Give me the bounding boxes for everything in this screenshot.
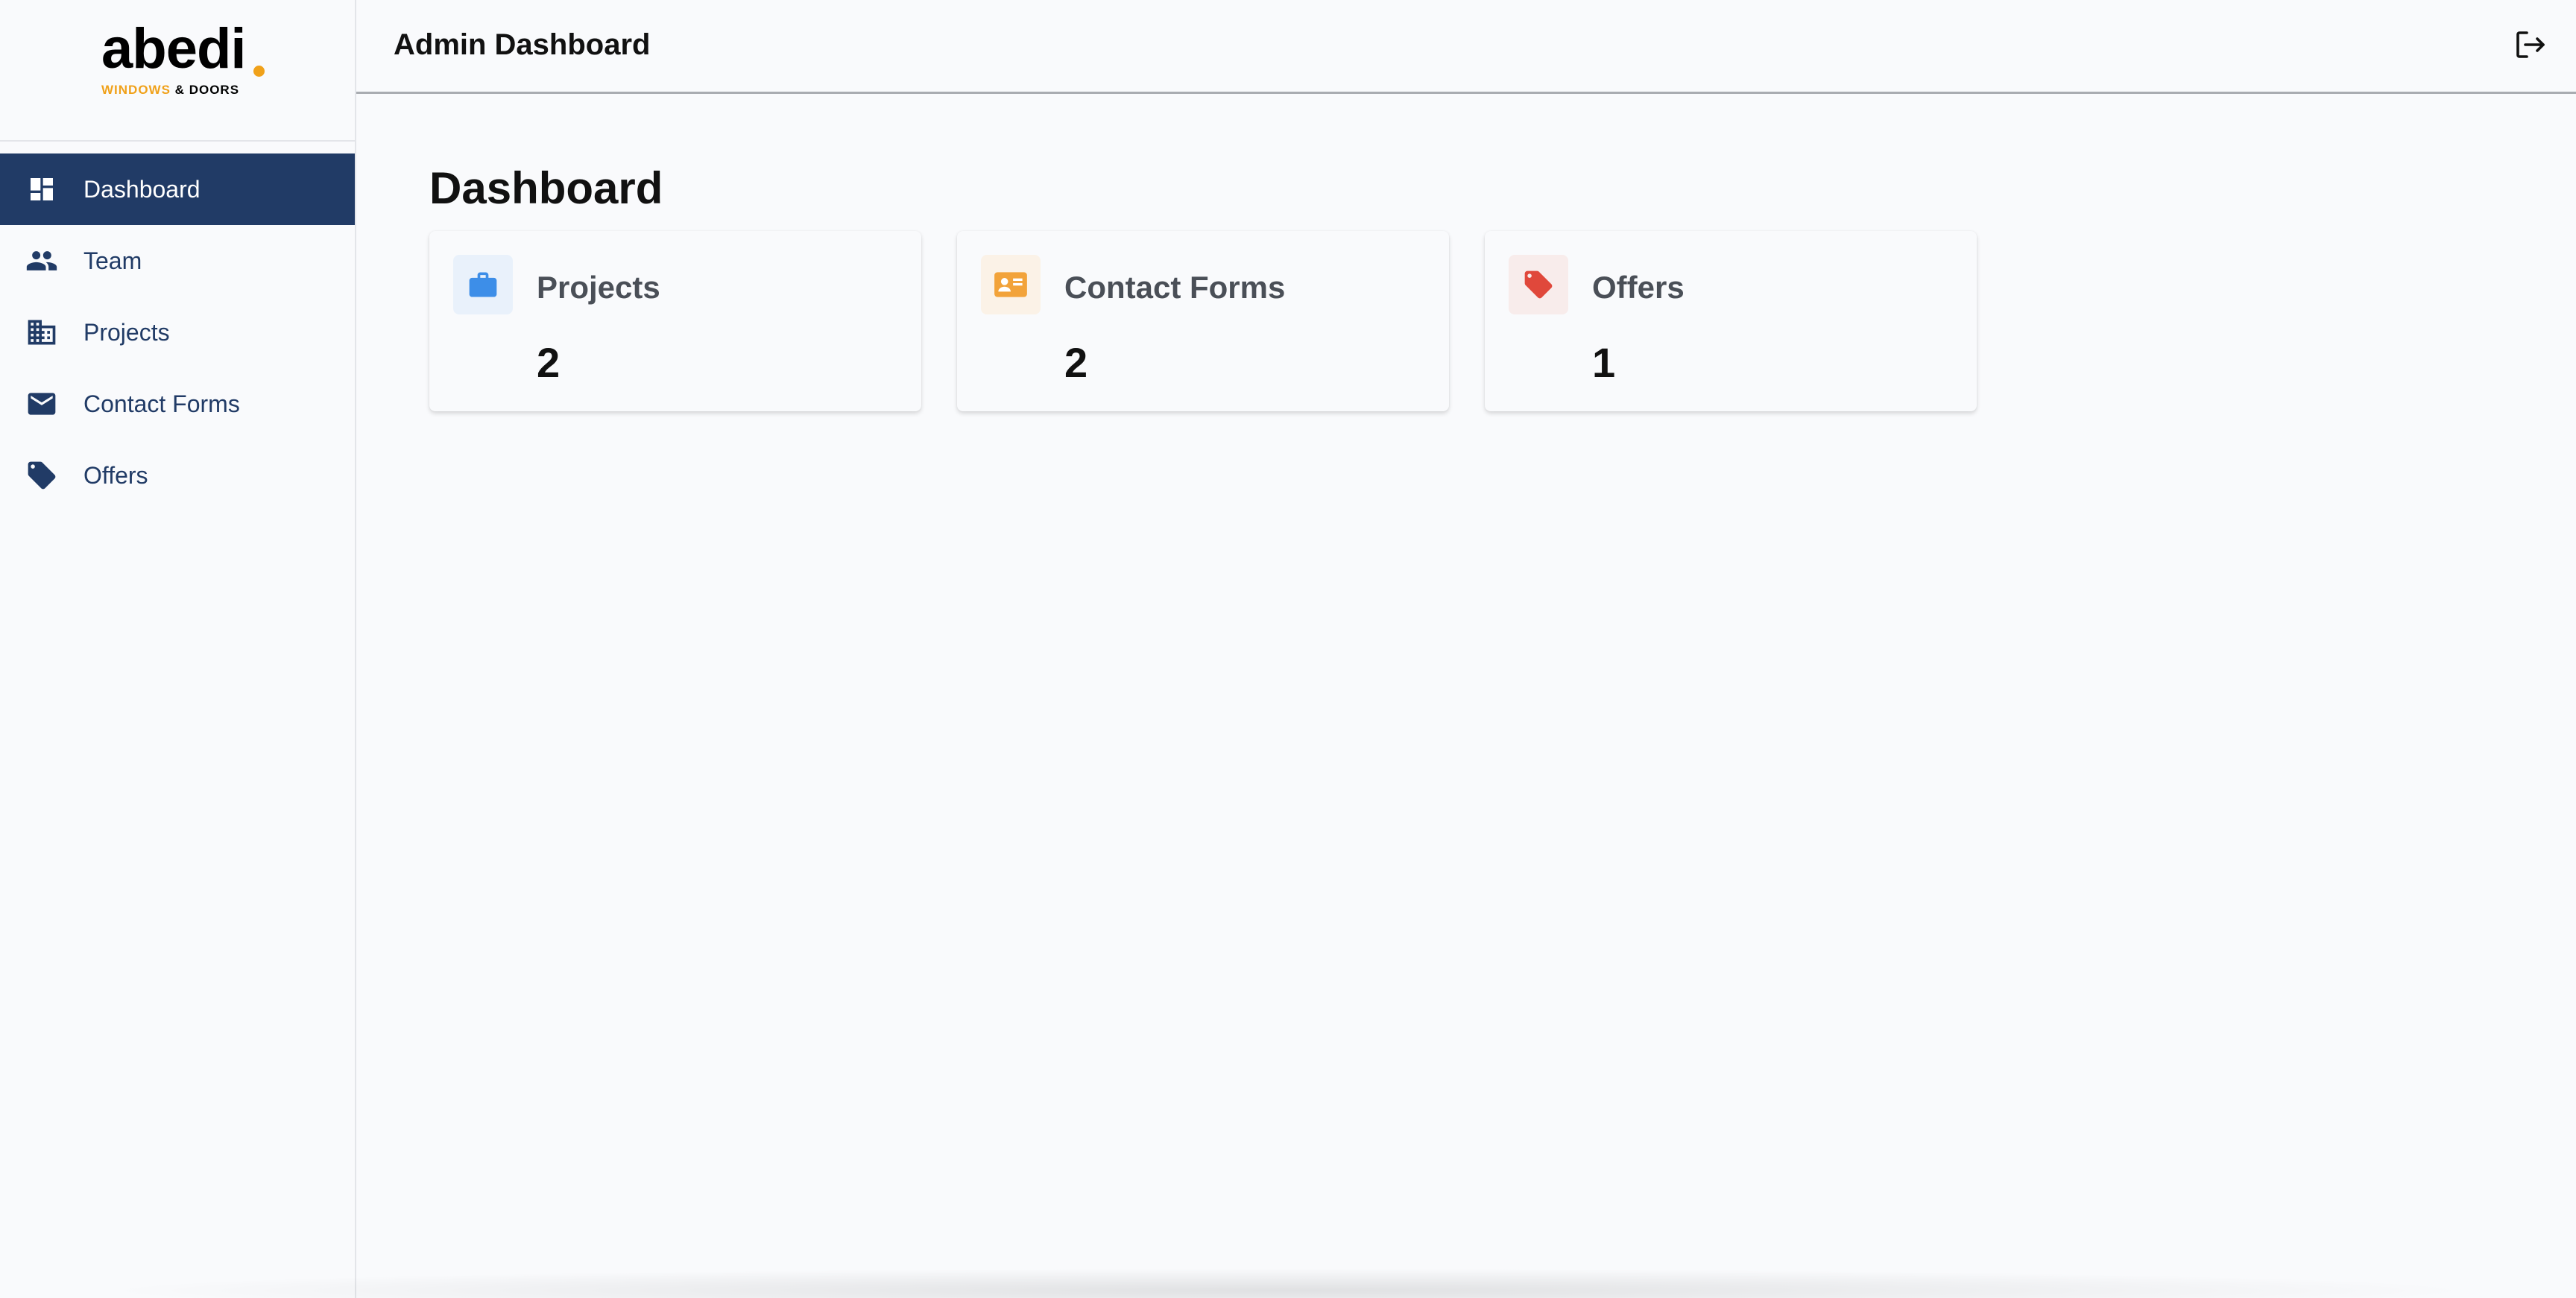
dashboard-icon	[25, 173, 58, 206]
stat-card-value: 2	[537, 339, 561, 386]
logo[interactable]: abedi WINDOWS & DOORS	[0, 0, 355, 142]
logo-wordmark: abedi	[101, 17, 246, 80]
stat-card-icon-box	[1509, 255, 1568, 314]
tag-icon	[1524, 270, 1553, 299]
logo-tagline-doors: DOORS	[189, 83, 240, 97]
building-icon	[25, 316, 58, 349]
sidebar-item-dashboard[interactable]: Dashboard	[0, 153, 355, 225]
logo-tagline: WINDOWS & DOORS	[101, 83, 239, 96]
stat-card-title: Contact Forms	[1064, 270, 1286, 305]
sidebar-item-offers[interactable]: Offers	[0, 440, 355, 511]
stat-card-title: Offers	[1592, 270, 1685, 305]
logout-icon	[2516, 31, 2545, 58]
sidebar-item-label: Contact Forms	[83, 390, 240, 417]
app-root: abedi WINDOWS & DOORS Dashboard Team Pro…	[0, 0, 2576, 1298]
stat-card-projects[interactable]: Projects 2	[429, 231, 921, 411]
stat-card-value: 2	[1064, 339, 1088, 386]
page-title: Dashboard	[429, 163, 663, 213]
stat-card-offers[interactable]: Offers 1	[1485, 231, 1977, 411]
logo-tagline-amp: &	[174, 83, 185, 97]
sidebar-item-label: Dashboard	[83, 175, 201, 203]
sidebar-item-label: Projects	[83, 318, 170, 346]
logo-dot	[253, 66, 265, 77]
sidebar-item-contact-forms[interactable]: Contact Forms	[0, 368, 355, 440]
sidebar-item-team[interactable]: Team	[0, 225, 355, 297]
stat-card-title: Projects	[537, 270, 660, 305]
tag-icon	[25, 459, 58, 492]
logo-tagline-windows: WINDOWS	[101, 83, 171, 97]
sidebar-item-projects[interactable]: Projects	[0, 297, 355, 368]
sidebar-item-label: Offers	[83, 461, 148, 489]
people-icon	[25, 244, 58, 277]
contact-card-icon	[994, 272, 1027, 297]
header-title: Admin Dashboard	[394, 28, 651, 61]
briefcase-icon	[469, 272, 497, 297]
sidebar-item-label: Team	[83, 247, 142, 274]
stat-card-value: 1	[1592, 339, 1616, 386]
bottom-shadow	[89, 1268, 2487, 1298]
stat-card-icon-box	[981, 255, 1041, 314]
logout-button[interactable]	[2512, 27, 2548, 63]
stat-card-icon-box	[453, 255, 513, 314]
sidebar-nav: Dashboard Team Projects Contact Forms Of…	[0, 153, 355, 511]
mail-icon	[25, 387, 58, 420]
top-header: Admin Dashboard	[356, 0, 2576, 94]
sidebar: abedi WINDOWS & DOORS Dashboard Team Pro…	[0, 0, 356, 1298]
stat-card-contact-forms[interactable]: Contact Forms 2	[957, 231, 1449, 411]
